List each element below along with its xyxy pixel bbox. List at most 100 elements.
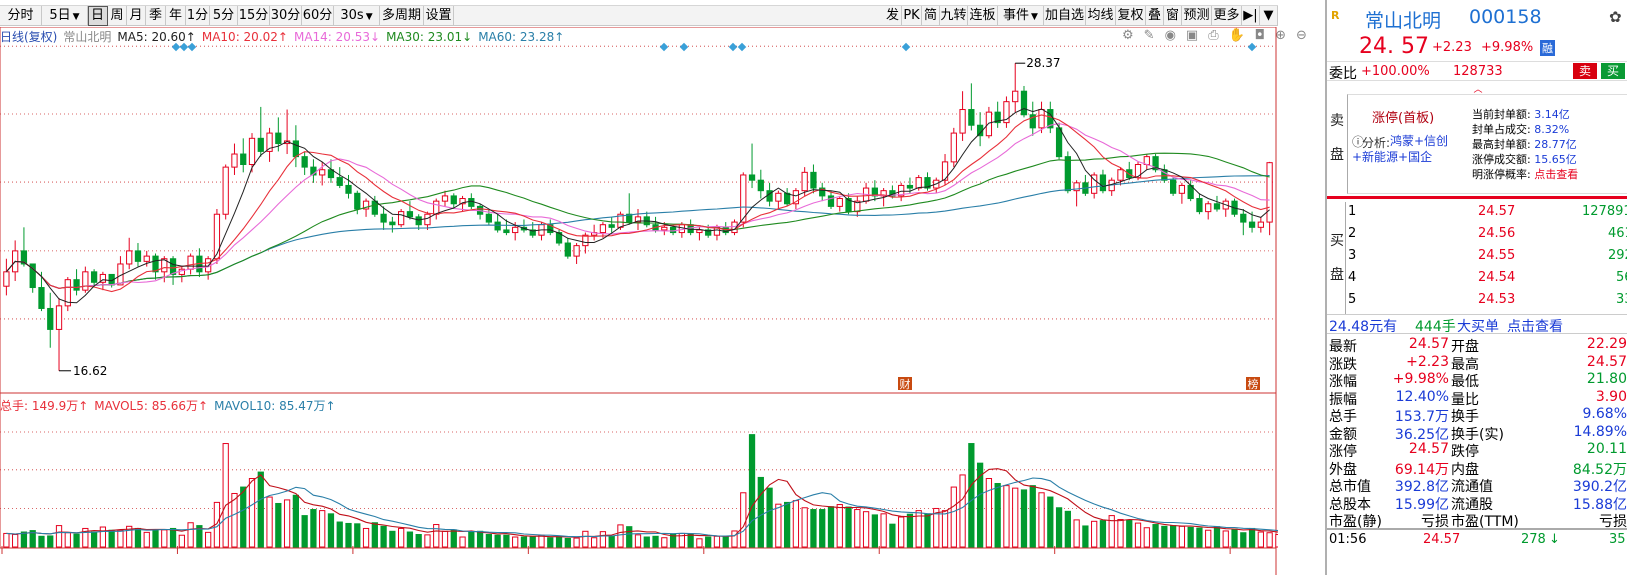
tab-60min[interactable]: 60分 [302, 6, 334, 26]
lianban-button[interactable]: 连板 [968, 6, 998, 26]
volume-bar [433, 524, 440, 548]
ma-button[interactable]: 均线 [1086, 6, 1116, 26]
menu-chevron-icon[interactable]: ▼ [1260, 6, 1278, 26]
volume-bar [231, 492, 238, 548]
candle-body [1020, 90, 1028, 116]
overlay-button[interactable]: 叠 [1146, 6, 1164, 26]
big-order-price: 24.48元有 [1329, 319, 1398, 335]
volume-bar [520, 536, 528, 548]
volume-bar [713, 535, 721, 548]
fa-button[interactable]: 发 [884, 6, 902, 26]
candle-body [810, 171, 817, 189]
bid-row[interactable]: 1 24.57 127891 [1346, 202, 1627, 223]
analysis-value[interactable]: 鸿蒙+信创+新能源+国企 [1352, 133, 1470, 165]
stock-app: 分时 5日 ▼ 日 周 月 季 年 1分 5分 15分 30分 60分 30s ▼ … [0, 0, 1627, 575]
volume-bar [968, 443, 975, 548]
zoom-out-icon[interactable]: ⊖ [1296, 28, 1311, 43]
stat-row: 总手 153.7万 换手 9.68% [1327, 406, 1627, 425]
bid-row[interactable]: 424.5456 [1346, 268, 1627, 289]
tab-30s[interactable]: 30s ▼ [334, 6, 380, 26]
candle-body [143, 255, 150, 262]
bid-row[interactable]: 324.55292 [1346, 246, 1627, 267]
adjust-button[interactable]: 复权 [1116, 6, 1146, 26]
tick-time: 01:56 [1329, 532, 1367, 547]
tab-month[interactable]: 月 [127, 6, 146, 26]
volume-bar [3, 532, 10, 548]
volume-bar [248, 478, 256, 548]
volume-bar [134, 527, 142, 548]
stat-value: 24.57 [1408, 336, 1449, 352]
stat-row: 市盈(静) 亏损 市盈(TTM) 亏损 [1327, 511, 1627, 530]
volume-bar [1240, 532, 1247, 548]
stat-value: 14.89% [1573, 423, 1627, 440]
event-button[interactable]: 事件 ▼ [998, 6, 1044, 26]
tab-15min[interactable]: 15分 [238, 6, 270, 26]
volume-bar [512, 536, 519, 548]
volume-bar [257, 471, 264, 548]
candle-body [336, 177, 343, 186]
tab-1min[interactable]: 1分 [186, 6, 210, 26]
more-button[interactable]: 更多 [1212, 6, 1242, 26]
volume-bar [1187, 526, 1194, 548]
candle-body [371, 200, 378, 215]
tab-5day[interactable]: 5日 ▼ [42, 6, 88, 26]
weicha-value: 128733 [1453, 64, 1503, 79]
candle-body [187, 255, 194, 270]
volume-bar [1091, 520, 1098, 548]
limit-stat-value: 15.65亿 [1534, 153, 1577, 166]
event-diamond-icon [659, 42, 669, 52]
sell-button[interactable]: 卖 [1573, 63, 1598, 79]
candle-body [389, 221, 396, 226]
volume-bar [371, 522, 378, 548]
volume-bar [924, 513, 931, 548]
candle-body [661, 226, 668, 231]
tab-quarter[interactable]: 季 [146, 6, 166, 26]
cai-badge-label: 财 [900, 377, 911, 391]
volume-bar [152, 529, 159, 548]
volume-bar [994, 482, 1001, 548]
volume-bar [336, 521, 343, 548]
candle-body [1266, 162, 1273, 223]
limit-probability-link[interactable]: 点击查看 [1534, 168, 1578, 181]
window-button[interactable]: 窗 [1164, 6, 1182, 26]
tab-year[interactable]: 年 [166, 6, 186, 26]
tab-5min[interactable]: 5分 [210, 6, 238, 26]
pk-button[interactable]: PK [902, 6, 922, 26]
kline-chart[interactable]: 29.0226.4323.8321.2018.60322321631082X10… [0, 27, 1278, 575]
predict-button[interactable]: 预测 [1182, 6, 1212, 26]
gear-icon[interactable]: ✿ [1609, 8, 1622, 26]
candle-body [485, 213, 493, 223]
stat-row: 涨停 24.57 跌停 20.11 [1327, 441, 1627, 460]
period-toolbar: 分时 5日 ▼ 日 周 月 季 年 1分 5分 15分 30分 60分 30s ▼ … [0, 5, 1278, 26]
limit-stat-key: 最高封单额: [1472, 138, 1531, 151]
volume-bar [599, 531, 607, 548]
volume-bar [1205, 529, 1212, 548]
big-order-link[interactable]: 点击查看 [1507, 316, 1563, 336]
multi-period-button[interactable]: 多周期 [380, 6, 424, 26]
buy-button[interactable]: 买 [1601, 63, 1626, 79]
limit-stat-key: 当前封单额: [1472, 108, 1531, 121]
volume-bar [819, 509, 826, 548]
collapse-chevron-icon[interactable]: ︿ [1327, 82, 1627, 95]
bid-row[interactable]: 524.5333 [1346, 290, 1627, 311]
volume-bar [880, 513, 887, 548]
bid-row[interactable]: 224.56461 [1346, 224, 1627, 245]
candle-body [240, 153, 247, 165]
tab-intraday[interactable]: 分时 [0, 6, 42, 26]
settings-button[interactable]: 设置 [424, 6, 454, 26]
chevron-down-icon: ▼ [1031, 12, 1038, 22]
low-marker-label: 16.62 [73, 364, 107, 378]
volume-bar [547, 537, 554, 548]
bid-list: 124.57127891 224.56461 324.55292 424.545… [1345, 202, 1627, 314]
add-watchlist-button[interactable]: 加自选 [1044, 6, 1086, 26]
simple-button[interactable]: 简 [922, 6, 940, 26]
tab-day[interactable]: 日 [88, 6, 108, 26]
stat-value: 9.68% [1582, 406, 1627, 422]
stat-value: 22.29 [1586, 336, 1627, 352]
end-icon[interactable]: ▶| [1242, 6, 1260, 26]
jiuzhuan-button[interactable]: 九转 [940, 6, 968, 26]
tab-week[interactable]: 周 [108, 6, 127, 26]
ma5-line [6, 107, 1270, 304]
volume-bar [1012, 487, 1019, 548]
tab-30min[interactable]: 30分 [270, 6, 302, 26]
